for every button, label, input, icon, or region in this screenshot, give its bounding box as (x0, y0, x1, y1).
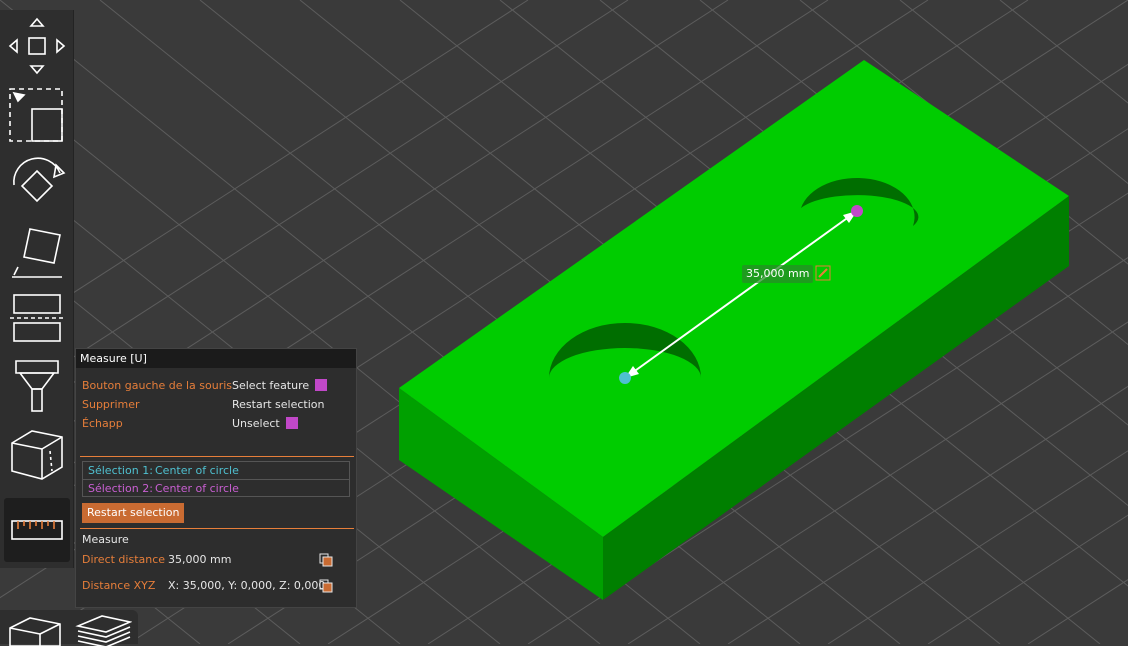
direct-distance-row: Direct distance 35,000 mm (82, 552, 352, 568)
preview-layers-icon[interactable] (70, 612, 134, 646)
selection-color-swatch (285, 417, 298, 429)
shortcut-key: Bouton gauche de la souris (82, 379, 233, 392)
shortcut-key: Échapp (82, 417, 123, 430)
selection-2-row: Sélection 2: Center of circle (83, 479, 349, 497)
shortcut-key: Supprimer (82, 398, 140, 411)
place-on-face-icon[interactable] (4, 218, 70, 282)
measure-section-title: Measure (82, 533, 129, 546)
restart-selection-button[interactable]: Restart selection (82, 503, 185, 523)
seam-icon[interactable] (4, 422, 70, 486)
edit-dimension-icon[interactable] (815, 265, 831, 281)
distance-xyz-row: Distance XYZ X: 35,000, Y: 0,000, Z: 0,0… (82, 578, 352, 594)
selection-value: Center of circle (155, 464, 239, 477)
copy-icon[interactable] (319, 579, 333, 593)
distance-xyz-label: Distance XYZ (82, 579, 156, 592)
selection-1-point (619, 372, 631, 384)
move-icon[interactable] (4, 14, 70, 78)
scale-icon[interactable] (4, 82, 70, 146)
shortcut-action: Restart selection (232, 398, 325, 411)
rotate-icon[interactable] (4, 150, 70, 214)
cut-icon[interactable] (4, 286, 70, 350)
paint-icon[interactable] (4, 354, 70, 418)
divider (80, 456, 354, 457)
measure-icon[interactable] (4, 498, 70, 562)
shortcut-action: Unselect (232, 416, 298, 432)
dimension-label: 35,000 mm (742, 265, 814, 283)
direct-distance-label: Direct distance (82, 553, 166, 566)
divider (80, 528, 354, 529)
selection-list: Sélection 1: Center of circle Sélection … (82, 461, 350, 497)
shortcut-row: Échapp Unselect (82, 416, 352, 432)
3d-view-icon[interactable] (2, 612, 66, 646)
left-toolbar (0, 10, 74, 568)
bottom-toolbar (0, 610, 138, 646)
copy-icon[interactable] (319, 553, 333, 567)
shortcut-action: Select feature (232, 378, 328, 394)
selection-color-swatch (315, 379, 328, 391)
selection-2-point (851, 205, 863, 217)
panel-title: Measure [U] (76, 349, 356, 368)
selection-value: Center of circle (155, 482, 239, 495)
shortcut-row: Supprimer Restart selection (82, 397, 352, 413)
distance-xyz-value: X: 35,000, Y: 0,000, Z: 0,000 (168, 579, 326, 592)
direct-distance-value: 35,000 mm (168, 553, 232, 566)
selection-label: Sélection 1: (88, 464, 153, 477)
shortcut-row: Bouton gauche de la souris Select featur… (82, 378, 352, 394)
selection-label: Sélection 2: (88, 482, 153, 495)
selection-1-row: Sélection 1: Center of circle (83, 462, 349, 479)
measure-panel: Measure [U] Bouton gauche de la souris S… (75, 348, 357, 608)
model-plate[interactable] (399, 60, 1069, 600)
